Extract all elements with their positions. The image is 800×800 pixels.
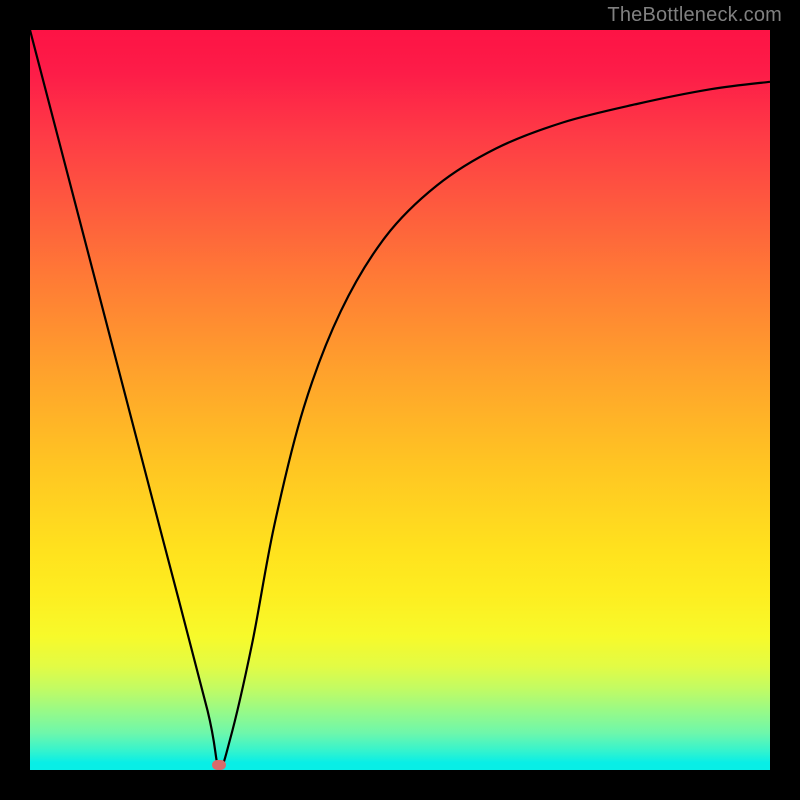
bottleneck-curve-path [30,30,770,767]
watermark-text: TheBottleneck.com [607,4,782,27]
data-marker [212,760,226,770]
plot-area [30,30,770,770]
line-chart [30,30,770,770]
chart-frame: TheBottleneck.com [0,0,800,800]
